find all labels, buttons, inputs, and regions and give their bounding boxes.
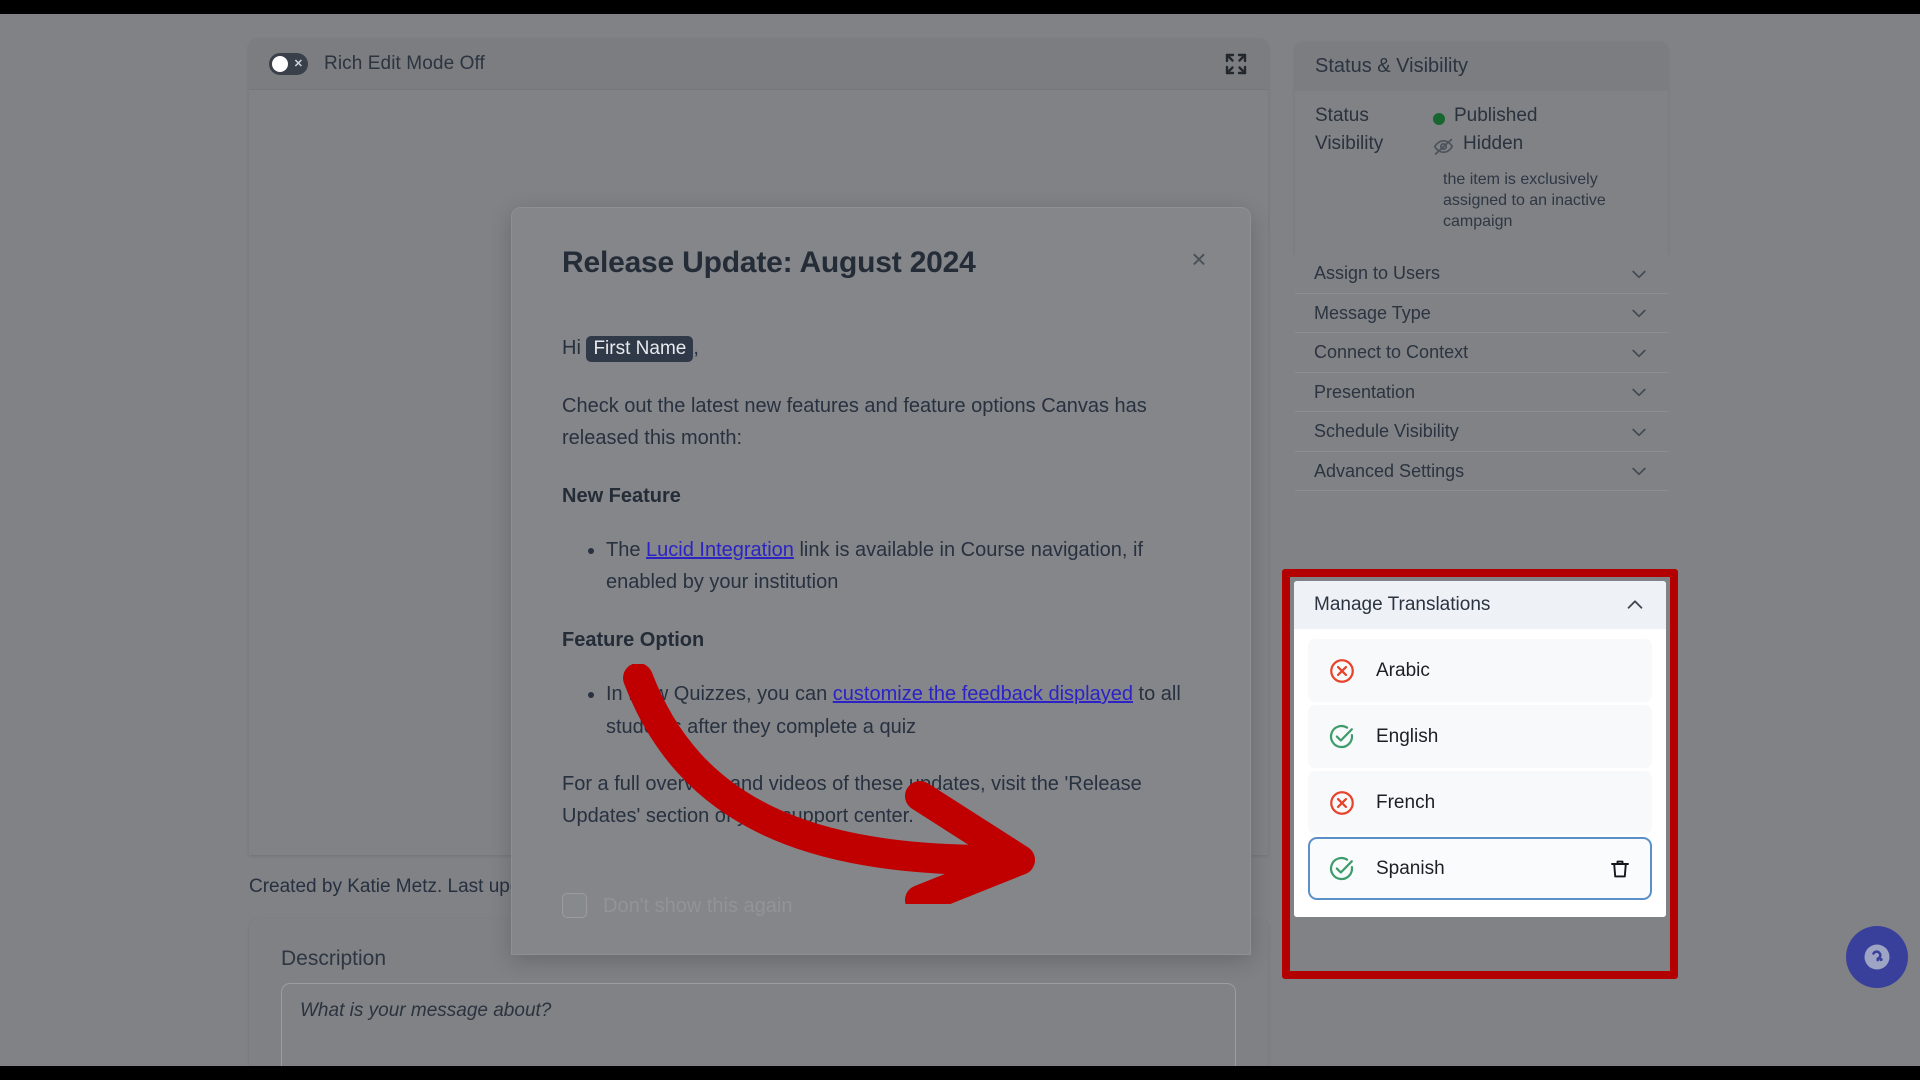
release-update-modal: Release Update: August 2024 × Hi First N… [511,207,1251,956]
section-heading-feature-option: Feature Option [562,628,705,651]
sidebar-accordion-assign-to-users[interactable]: Assign to Users [1295,254,1668,294]
chevron-down-icon[interactable] [1629,303,1649,323]
translation-language-name: French [1376,791,1436,813]
intro-paragraph: Check out the latest new features and fe… [562,394,1147,450]
trash-icon[interactable] [1608,857,1632,881]
new-feature-list: The Lucid Integration link is available … [606,534,1200,599]
editor-toolbar: ✕ Rich Edit Mode Off [249,39,1268,90]
accordion-label: Presentation [1314,381,1416,402]
accordion-label: Assign to Users [1314,263,1441,284]
translation-item-spanish[interactable]: Spanish [1308,837,1652,900]
circle-x-icon [1328,789,1356,817]
expand-icon[interactable] [1224,52,1248,76]
greeting-prefix: Hi [562,337,581,359]
accordion-label: Message Type [1314,302,1431,323]
greeting-paragraph: Hi First Name, [562,332,1200,365]
dont-show-again-label: Don't show this again [603,894,793,917]
page-backdrop: ✕ Rich Edit Mode Off Release Update: Aug… [0,14,1920,1066]
circle-x-icon [1328,657,1356,685]
chevron-down-icon[interactable] [1629,382,1649,402]
bullet-text-pre: The [606,538,647,561]
close-icon: ✕ [293,57,303,70]
rich-edit-mode-toggle[interactable]: ✕ [269,53,308,75]
customize-feedback-link[interactable]: customize the feedback displayed [833,683,1133,705]
description-input[interactable]: What is your message about? [281,983,1236,1066]
greeting-suffix: , [693,337,699,359]
translation-item-arabic[interactable]: Arabic [1308,639,1652,702]
lucid-integration-link[interactable]: Lucid Integration [646,539,794,561]
editor-card: ✕ Rich Edit Mode Off Release Update: Aug… [249,39,1268,956]
status-visibility-body: Status Published Visibility Hidden the i… [1295,91,1668,254]
status-visibility-title: Status & Visibility [1295,42,1668,91]
release-modal-title: Release Update: August 2024 [562,246,976,279]
translation-language-name: Arabic [1376,659,1430,681]
circle-check-icon [1328,723,1356,751]
translation-language-name: English [1376,725,1439,747]
sidebar-accordion-advanced-settings[interactable]: Advanced Settings [1295,451,1668,492]
chevron-down-icon[interactable] [1629,461,1649,481]
dont-show-again-row[interactable]: Don't show this again [562,890,1200,954]
main-column: ✕ Rich Edit Mode Off Release Update: Aug… [249,39,1268,1066]
rich-edit-mode-label: Rich Edit Mode Off [324,53,485,74]
accordion-label: Schedule Visibility [1314,421,1459,442]
visibility-badge: Hidden [1463,133,1524,154]
merge-token-first-name: First Name [586,336,694,362]
circle-check-icon [1328,855,1356,883]
translation-list: Arabic English French Spanish [1294,629,1666,917]
visibility-value-group: Hidden [1433,133,1523,163]
visibility-row: Visibility Hidden [1315,133,1648,163]
status-key: Status [1315,105,1369,126]
dont-show-again-checkbox[interactable] [562,893,587,919]
visibility-key: Visibility [1315,133,1384,154]
list-item: The Lucid Integration link is available … [606,534,1200,599]
status-badge: Published [1454,105,1538,126]
help-chat-icon [1864,944,1890,970]
chevron-down-icon[interactable] [1629,264,1649,284]
list-item: In New Quizzes, you can customize the fe… [606,678,1200,743]
release-modal-body: Hi First Name, Check out the latest new … [562,332,1200,954]
help-chat-fab[interactable] [1846,926,1908,988]
sidebar-accordion-message-type[interactable]: Message Type [1295,293,1668,334]
toggle-knob [272,56,288,72]
manage-translations-title: Manage Translations [1314,594,1491,615]
accordion-label: Advanced Settings [1314,460,1465,481]
sidebar-accordion-connect-to-context[interactable]: Connect to Context [1295,333,1668,373]
closing-paragraph: For a full overview and videos of these … [562,772,1142,828]
sidebar-accordion-schedule-visibility[interactable]: Schedule Visibility [1295,412,1668,452]
feature-option-list: In New Quizzes, you can customize the fe… [606,678,1200,743]
close-icon[interactable]: × [1186,246,1212,272]
manage-translations-header[interactable]: Manage Translations [1294,581,1666,629]
editor-body: Release Update: August 2024 × Hi First N… [249,90,1268,956]
chevron-down-icon[interactable] [1629,343,1649,363]
translation-item-french[interactable]: French [1308,771,1652,834]
screenshot-root: ✕ Rich Edit Mode Off Release Update: Aug… [0,0,1920,1080]
status-value-group: Published [1433,105,1537,127]
translation-item-english[interactable]: English [1308,705,1652,768]
manage-translations-panel: Manage Translations Arabic English French S… [1294,581,1666,917]
status-visibility-panel: Status & Visibility Status Published Vis… [1295,42,1668,255]
status-dot-icon [1433,113,1445,125]
bullet-text-pre: In New Quizzes, you can [606,683,833,706]
status-row: Status Published [1315,105,1648,127]
eye-off-icon [1433,136,1454,163]
accordion-label: Connect to Context [1314,342,1469,363]
chevron-down-icon[interactable] [1629,422,1649,442]
visibility-note: the item is exclusively assigned to an i… [1443,171,1606,231]
description-placeholder: What is your message about? [300,1000,552,1021]
sidebar-accordion-presentation[interactable]: Presentation [1295,372,1668,413]
sidebar-accordion-list: Assign to Users Message Type Connect to Co… [1295,254,1668,492]
section-heading-new-feature: New Feature [562,484,681,507]
translation-language-name: Spanish [1376,857,1445,879]
chevron-up-icon[interactable] [1624,594,1646,616]
right-sidebar: Status & Visibility Status Published Vis… [1295,42,1668,492]
